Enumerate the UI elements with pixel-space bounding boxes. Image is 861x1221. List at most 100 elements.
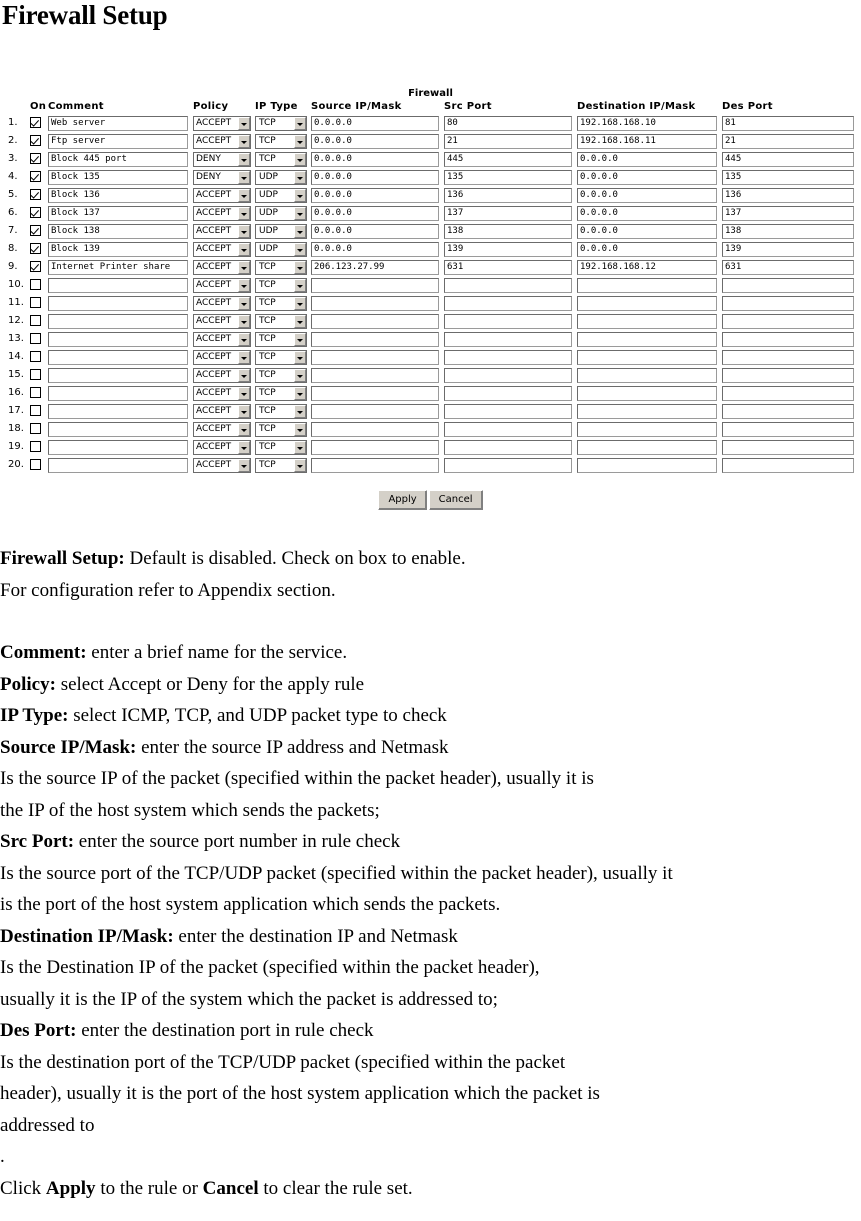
policy-select[interactable]: ACCEPT	[193, 331, 251, 347]
destination-ip-input[interactable]	[577, 115, 717, 131]
destination-ip-input[interactable]	[577, 349, 717, 365]
comment-input[interactable]	[48, 205, 188, 221]
des-port-input[interactable]	[722, 241, 854, 257]
des-port-input[interactable]	[722, 439, 854, 455]
ip-type-select[interactable]: TCP	[255, 313, 307, 329]
comment-input[interactable]	[48, 241, 188, 257]
chevron-down-icon[interactable]	[294, 422, 306, 436]
rule-enable-checkbox[interactable]	[30, 153, 41, 164]
ip-type-select[interactable]: TCP	[255, 331, 307, 347]
policy-select[interactable]: ACCEPT	[193, 223, 251, 239]
rule-enable-checkbox[interactable]	[30, 459, 41, 470]
src-port-input[interactable]	[444, 259, 572, 275]
destination-ip-input[interactable]	[577, 205, 717, 221]
source-ip-input[interactable]	[311, 313, 439, 329]
chevron-down-icon[interactable]	[238, 260, 250, 274]
policy-select[interactable]: ACCEPT	[193, 349, 251, 365]
comment-input[interactable]	[48, 331, 188, 347]
chevron-down-icon[interactable]	[238, 296, 250, 310]
ip-type-select[interactable]: TCP	[255, 115, 307, 131]
policy-select[interactable]: ACCEPT	[193, 205, 251, 221]
rule-enable-checkbox[interactable]	[30, 297, 41, 308]
comment-input[interactable]	[48, 421, 188, 437]
source-ip-input[interactable]	[311, 169, 439, 185]
src-port-input[interactable]	[444, 169, 572, 185]
source-ip-input[interactable]	[311, 385, 439, 401]
policy-select[interactable]: ACCEPT	[193, 295, 251, 311]
rule-enable-checkbox[interactable]	[30, 135, 41, 146]
source-ip-input[interactable]	[311, 205, 439, 221]
des-port-input[interactable]	[722, 205, 854, 221]
ip-type-select[interactable]: TCP	[255, 385, 307, 401]
rule-enable-checkbox[interactable]	[30, 261, 41, 272]
ip-type-select[interactable]: TCP	[255, 367, 307, 383]
destination-ip-input[interactable]	[577, 223, 717, 239]
src-port-input[interactable]	[444, 187, 572, 203]
src-port-input[interactable]	[444, 439, 572, 455]
chevron-down-icon[interactable]	[294, 224, 306, 238]
comment-input[interactable]	[48, 187, 188, 203]
chevron-down-icon[interactable]	[294, 278, 306, 292]
ip-type-select[interactable]: UDP	[255, 187, 307, 203]
ip-type-select[interactable]: TCP	[255, 133, 307, 149]
chevron-down-icon[interactable]	[238, 458, 250, 472]
chevron-down-icon[interactable]	[238, 134, 250, 148]
chevron-down-icon[interactable]	[238, 386, 250, 400]
rule-enable-checkbox[interactable]	[30, 333, 41, 344]
source-ip-input[interactable]	[311, 403, 439, 419]
des-port-input[interactable]	[722, 313, 854, 329]
ip-type-select[interactable]: TCP	[255, 349, 307, 365]
destination-ip-input[interactable]	[577, 313, 717, 329]
des-port-input[interactable]	[722, 169, 854, 185]
policy-select[interactable]: ACCEPT	[193, 115, 251, 131]
src-port-input[interactable]	[444, 223, 572, 239]
source-ip-input[interactable]	[311, 133, 439, 149]
des-port-input[interactable]	[722, 457, 854, 473]
chevron-down-icon[interactable]	[294, 134, 306, 148]
policy-select[interactable]: DENY	[193, 151, 251, 167]
cancel-button[interactable]: Cancel	[428, 490, 483, 510]
ip-type-select[interactable]: UDP	[255, 223, 307, 239]
comment-input[interactable]	[48, 223, 188, 239]
destination-ip-input[interactable]	[577, 331, 717, 347]
ip-type-select[interactable]: TCP	[255, 421, 307, 437]
source-ip-input[interactable]	[311, 115, 439, 131]
source-ip-input[interactable]	[311, 349, 439, 365]
src-port-input[interactable]	[444, 115, 572, 131]
source-ip-input[interactable]	[311, 187, 439, 203]
des-port-input[interactable]	[722, 115, 854, 131]
rule-enable-checkbox[interactable]	[30, 405, 41, 416]
src-port-input[interactable]	[444, 331, 572, 347]
chevron-down-icon[interactable]	[238, 368, 250, 382]
comment-input[interactable]	[48, 133, 188, 149]
ip-type-select[interactable]: TCP	[255, 259, 307, 275]
source-ip-input[interactable]	[311, 331, 439, 347]
comment-input[interactable]	[48, 259, 188, 275]
des-port-input[interactable]	[722, 151, 854, 167]
source-ip-input[interactable]	[311, 295, 439, 311]
policy-select[interactable]: ACCEPT	[193, 313, 251, 329]
src-port-input[interactable]	[444, 385, 572, 401]
ip-type-select[interactable]: TCP	[255, 457, 307, 473]
destination-ip-input[interactable]	[577, 151, 717, 167]
destination-ip-input[interactable]	[577, 421, 717, 437]
src-port-input[interactable]	[444, 133, 572, 149]
chevron-down-icon[interactable]	[238, 314, 250, 328]
destination-ip-input[interactable]	[577, 187, 717, 203]
rule-enable-checkbox[interactable]	[30, 315, 41, 326]
src-port-input[interactable]	[444, 313, 572, 329]
chevron-down-icon[interactable]	[294, 386, 306, 400]
destination-ip-input[interactable]	[577, 277, 717, 293]
chevron-down-icon[interactable]	[238, 116, 250, 130]
apply-button[interactable]: Apply	[378, 490, 427, 510]
chevron-down-icon[interactable]	[238, 350, 250, 364]
source-ip-input[interactable]	[311, 223, 439, 239]
src-port-input[interactable]	[444, 277, 572, 293]
chevron-down-icon[interactable]	[238, 440, 250, 454]
source-ip-input[interactable]	[311, 259, 439, 275]
comment-input[interactable]	[48, 457, 188, 473]
rule-enable-checkbox[interactable]	[30, 117, 41, 128]
comment-input[interactable]	[48, 367, 188, 383]
rule-enable-checkbox[interactable]	[30, 423, 41, 434]
src-port-input[interactable]	[444, 421, 572, 437]
